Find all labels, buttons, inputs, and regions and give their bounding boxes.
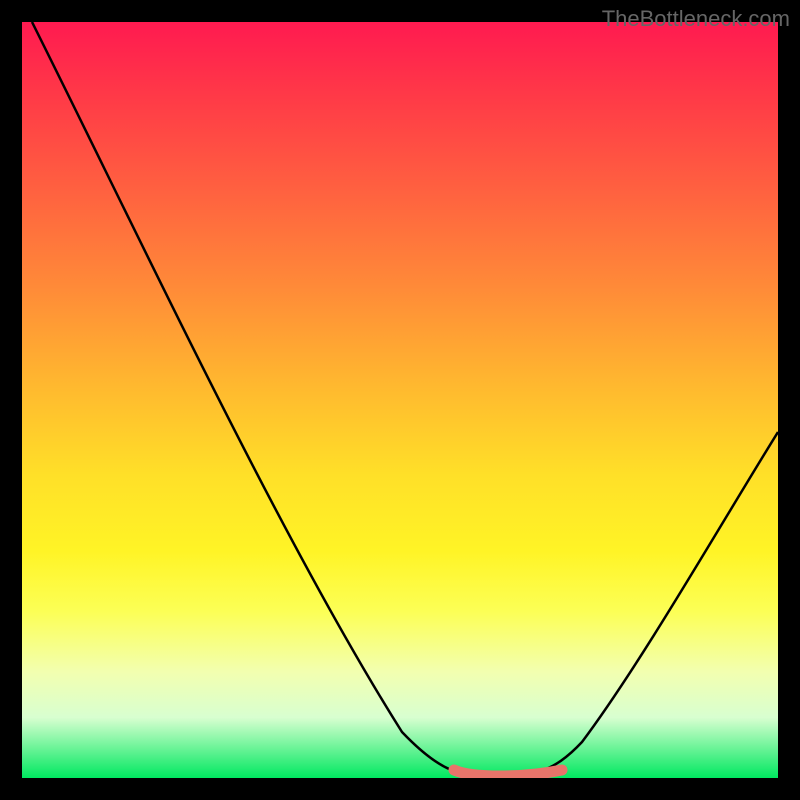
- watermark-text: TheBottleneck.com: [602, 6, 790, 32]
- flat-region-marker: [454, 770, 562, 776]
- bottleneck-curve-path: [32, 22, 778, 776]
- chart-svg: [22, 22, 778, 778]
- bottleneck-chart: [22, 22, 778, 778]
